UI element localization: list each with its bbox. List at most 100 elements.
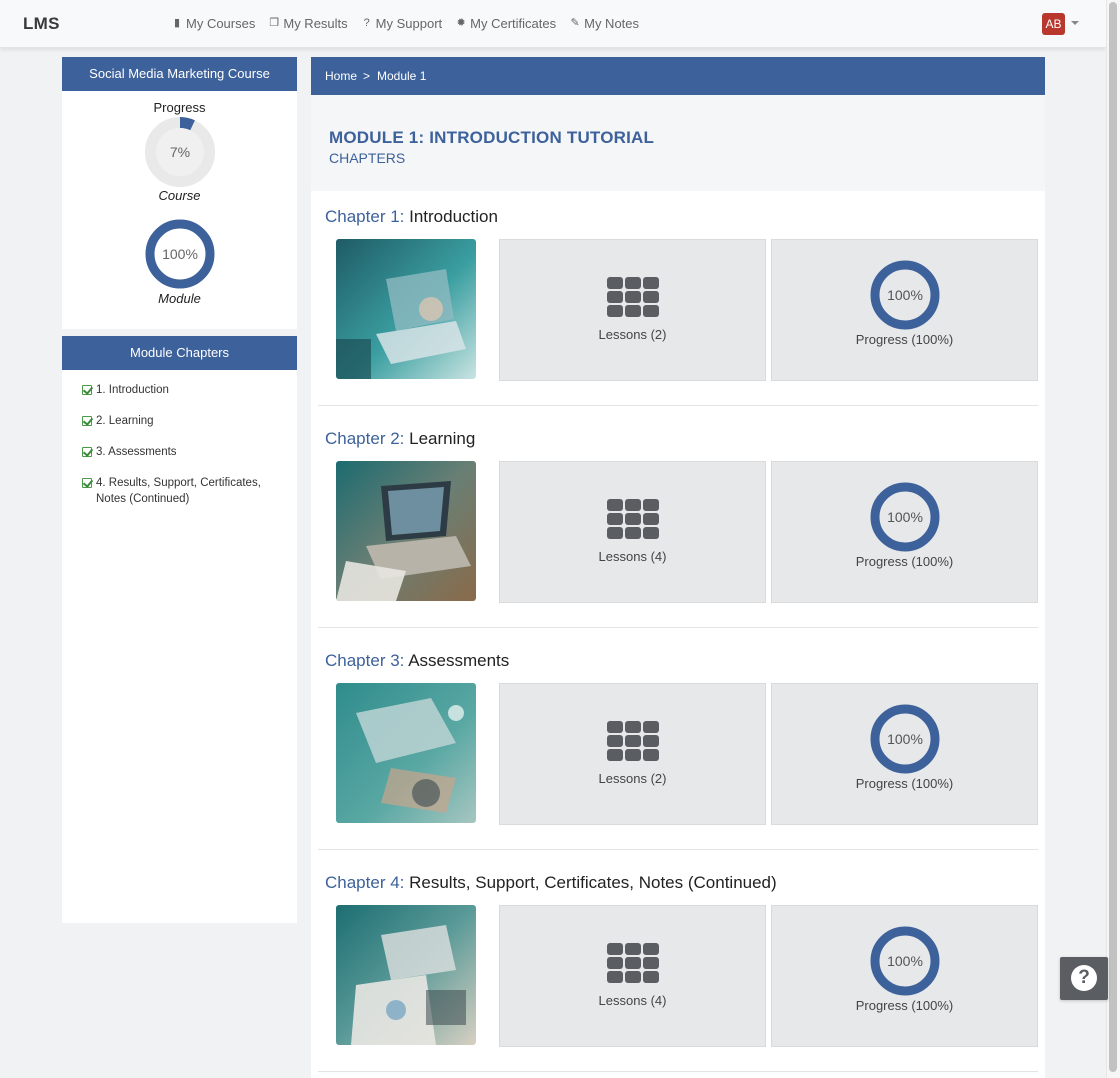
lessons-count: Lessons (4) bbox=[598, 993, 667, 1008]
lessons-count: Lessons (2) bbox=[598, 771, 667, 786]
course-progress-panel: Progress 7% Course 100% Module bbox=[62, 91, 297, 329]
chapter-link-label: 1. Introduction bbox=[96, 384, 169, 396]
module-header: MODULE 1: INTRODUCTION TUTORIAL CHAPTERS bbox=[311, 95, 1045, 191]
progress-card[interactable]: 100% Progress (100%) bbox=[771, 239, 1038, 381]
chapter-name: Results, Support, Certificates, Notes (C… bbox=[409, 873, 777, 892]
main-nav: ▮ My Courses ❐ My Results ? My Support ✹ My … bbox=[172, 16, 639, 31]
chapter-link-label: 4. Results, Support, Certificates, Notes… bbox=[96, 477, 261, 505]
chapter-number: Chapter 3: bbox=[325, 651, 405, 670]
progress-card[interactable]: 100% Progress (100%) bbox=[771, 683, 1038, 825]
chapter-divider bbox=[318, 405, 1038, 406]
chapter-name: Introduction bbox=[409, 207, 498, 226]
lessons-card[interactable]: Lessons (2) bbox=[499, 683, 766, 825]
course-progress-label: Course bbox=[158, 188, 201, 203]
course-progress-text: 7% bbox=[170, 144, 190, 160]
chapter-link-label: 2. Learning bbox=[96, 415, 154, 427]
chapter-section-3: Chapter 3: Assessments Lessons (2) 100% … bbox=[311, 635, 1045, 857]
th-grid-icon bbox=[607, 943, 659, 983]
lessons-count: Lessons (2) bbox=[598, 327, 667, 342]
nav-label: My Support bbox=[375, 16, 443, 31]
lessons-card[interactable]: Lessons (4) bbox=[499, 461, 766, 603]
chapter-number: Chapter 2: bbox=[325, 429, 405, 448]
breadcrumb-separator: > bbox=[363, 69, 371, 83]
chapter-divider bbox=[318, 627, 1038, 628]
nav-label: My Results bbox=[283, 16, 348, 31]
chapter-progress-text: 100% bbox=[887, 509, 923, 525]
check-square-icon bbox=[82, 416, 92, 426]
nav-my-courses[interactable]: ▮ My Courses bbox=[172, 16, 255, 31]
book-icon: ▮ bbox=[173, 17, 181, 29]
course-progress-ring: 7% bbox=[145, 117, 215, 187]
chapter-progress-ring: 100% bbox=[870, 926, 940, 996]
module-progress-ring: 100% bbox=[145, 219, 215, 289]
check-square-icon bbox=[82, 478, 92, 488]
sidebar-chapter-1[interactable]: 1. Introduction bbox=[82, 382, 282, 398]
check-square-icon bbox=[82, 385, 92, 395]
top-navbar: LMS ▮ My Courses ❐ My Results ? My Support … bbox=[0, 0, 1106, 48]
progress-label: Progress (100%) bbox=[855, 776, 954, 791]
nav-my-certificates[interactable]: ✹ My Certificates bbox=[456, 16, 557, 31]
module-title: MODULE 1: INTRODUCTION TUTORIAL bbox=[329, 128, 655, 147]
nav-my-notes[interactable]: ✎ My Notes bbox=[570, 16, 640, 31]
nav-label: My Certificates bbox=[470, 16, 557, 31]
breadcrumb-home-link[interactable]: Home bbox=[325, 69, 357, 83]
sidebar-chapter-2[interactable]: 2. Learning bbox=[82, 413, 282, 429]
progress-label: Progress (100%) bbox=[855, 332, 954, 347]
chevron-down-icon[interactable] bbox=[1071, 21, 1079, 25]
lessons-count: Lessons (4) bbox=[598, 549, 667, 564]
chapter-title[interactable]: Chapter 3: Assessments bbox=[325, 651, 509, 671]
chapter-title[interactable]: Chapter 4: Results, Support, Certificate… bbox=[325, 873, 777, 893]
chapter-progress-text: 100% bbox=[887, 953, 923, 969]
user-avatar[interactable]: AB bbox=[1042, 13, 1065, 35]
progress-label: Progress (100%) bbox=[855, 998, 954, 1013]
chapter-divider bbox=[318, 1071, 1038, 1072]
chapter-thumbnail[interactable] bbox=[336, 461, 476, 601]
chapter-thumbnail[interactable] bbox=[336, 683, 476, 823]
th-grid-icon bbox=[607, 277, 659, 317]
chapter-thumbnail[interactable] bbox=[336, 905, 476, 1045]
lessons-card[interactable]: Lessons (2) bbox=[499, 239, 766, 381]
progress-heading: Progress bbox=[153, 100, 206, 115]
chapter-name: Learning bbox=[409, 429, 476, 448]
chapter-section-2: Chapter 2: Learning Lessons (4) 100% Pro… bbox=[311, 413, 1045, 635]
brand-logo[interactable]: LMS bbox=[23, 14, 60, 34]
nav-my-results[interactable]: ❐ My Results bbox=[269, 16, 347, 31]
nav-my-support[interactable]: ? My Support bbox=[362, 16, 443, 31]
check-square-icon bbox=[82, 447, 92, 457]
chapter-progress-ring: 100% bbox=[870, 704, 940, 774]
chapter-thumbnail[interactable] bbox=[336, 239, 476, 379]
nav-label: My Courses bbox=[186, 16, 256, 31]
help-button[interactable]: ? bbox=[1060, 957, 1108, 1000]
chapter-title[interactable]: Chapter 1: Introduction bbox=[325, 207, 498, 227]
chapter-progress-text: 100% bbox=[887, 287, 923, 303]
chapter-progress-ring: 100% bbox=[870, 260, 940, 330]
sidebar-chapter-3[interactable]: 3. Assessments bbox=[82, 444, 282, 460]
chapter-progress-text: 100% bbox=[887, 731, 923, 747]
breadcrumb: Home > Module 1 bbox=[311, 57, 1045, 95]
module-subtitle: CHAPTERS bbox=[329, 150, 406, 166]
course-title-header: Social Media Marketing Course bbox=[62, 57, 297, 91]
lessons-card[interactable]: Lessons (4) bbox=[499, 905, 766, 1047]
certificate-icon: ✹ bbox=[456, 17, 466, 29]
chapter-link-label: 3. Assessments bbox=[96, 446, 177, 458]
edit-icon: ✎ bbox=[570, 17, 580, 29]
progress-card[interactable]: 100% Progress (100%) bbox=[771, 905, 1038, 1047]
chapter-progress-ring: 100% bbox=[870, 482, 940, 552]
chapter-number: Chapter 1: bbox=[325, 207, 405, 226]
module-progress-text: 100% bbox=[162, 246, 198, 262]
th-grid-icon bbox=[607, 721, 659, 761]
chapters-container: Chapter 1: Introduction Lessons (2) 100%… bbox=[311, 191, 1045, 1078]
nav-label: My Notes bbox=[584, 16, 640, 31]
module-chapters-panel: 1. Introduction 2. Learning 3. Assessmen… bbox=[62, 336, 297, 923]
scrollbar-thumb[interactable] bbox=[1109, 2, 1117, 1072]
chapter-section-1: Chapter 1: Introduction Lessons (2) 100%… bbox=[311, 191, 1045, 413]
th-grid-icon bbox=[607, 499, 659, 539]
chapter-section-4: Chapter 4: Results, Support, Certificate… bbox=[311, 857, 1045, 1078]
copy-icon: ❐ bbox=[269, 17, 280, 29]
progress-card[interactable]: 100% Progress (100%) bbox=[771, 461, 1038, 603]
chapter-title[interactable]: Chapter 2: Learning bbox=[325, 429, 475, 449]
chapter-divider bbox=[318, 849, 1038, 850]
breadcrumb-current: Module 1 bbox=[377, 69, 427, 83]
sidebar-chapter-4[interactable]: 4. Results, Support, Certificates, Notes… bbox=[82, 475, 282, 507]
question-icon: ? bbox=[1071, 965, 1097, 991]
